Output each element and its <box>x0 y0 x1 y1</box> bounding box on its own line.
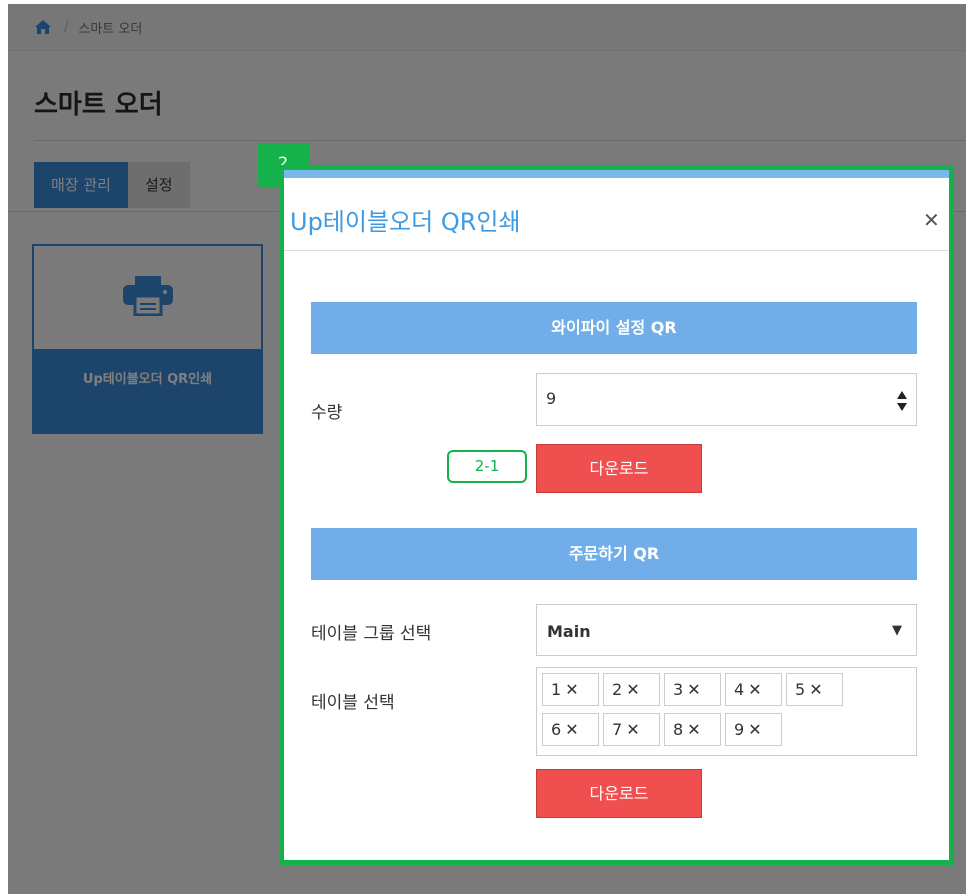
quantity-label: 수량 <box>311 403 343 423</box>
quantity-stepper[interactable]: 9 <box>536 373 917 426</box>
remove-icon[interactable]: ✕ <box>626 680 639 699</box>
qr-print-modal: Up테이블오더 QR인쇄 ✕ 와이파이 설정 QR 수량 9 다운로드 주문하기… <box>279 165 954 865</box>
remove-icon[interactable]: ✕ <box>687 680 700 699</box>
close-icon[interactable]: ✕ <box>923 210 940 230</box>
remove-icon[interactable]: ✕ <box>748 720 761 739</box>
table-tag[interactable]: 4 ✕ <box>725 673 782 706</box>
table-select-label: 테이블 선택 <box>311 693 395 713</box>
table-tag[interactable]: 8 ✕ <box>664 713 721 746</box>
modal-top-bar <box>284 170 949 178</box>
remove-icon[interactable]: ✕ <box>809 680 822 699</box>
table-tag[interactable]: 9 ✕ <box>725 713 782 746</box>
table-group-select[interactable]: Main ▼ <box>536 604 917 656</box>
table-tag[interactable]: 2 ✕ <box>603 673 660 706</box>
table-tag[interactable]: 6 ✕ <box>542 713 599 746</box>
table-group-value: Main <box>547 622 591 641</box>
table-group-label: 테이블 그룹 선택 <box>311 624 432 644</box>
quantity-value: 9 <box>546 389 557 408</box>
remove-icon[interactable]: ✕ <box>565 680 578 699</box>
chevron-down-icon: ▼ <box>892 623 902 638</box>
wifi-download-button[interactable]: 다운로드 <box>536 444 702 493</box>
table-tag[interactable]: 7 ✕ <box>603 713 660 746</box>
table-tag[interactable]: 1 ✕ <box>542 673 599 706</box>
stepper-arrows-icon[interactable] <box>896 390 908 412</box>
remove-icon[interactable]: ✕ <box>687 720 700 739</box>
annotation-badge-download: 2-1 <box>447 450 527 483</box>
table-tag[interactable]: 3 ✕ <box>664 673 721 706</box>
remove-icon[interactable]: ✕ <box>565 720 578 739</box>
table-tag[interactable]: 5 ✕ <box>786 673 843 706</box>
table-tag-selector[interactable]: 1 ✕ 2 ✕ 3 ✕ 4 ✕ 5 ✕ 6 ✕ 7 ✕ 8 ✕ 9 ✕ <box>536 667 917 756</box>
order-download-button[interactable]: 다운로드 <box>536 769 702 818</box>
remove-icon[interactable]: ✕ <box>748 680 761 699</box>
remove-icon[interactable]: ✕ <box>626 720 639 739</box>
modal-header-divider <box>284 250 949 251</box>
wifi-qr-section-header: 와이파이 설정 QR <box>311 302 917 354</box>
modal-title: Up테이블오더 QR인쇄 <box>290 208 521 236</box>
order-qr-section-header: 주문하기 QR <box>311 528 917 580</box>
